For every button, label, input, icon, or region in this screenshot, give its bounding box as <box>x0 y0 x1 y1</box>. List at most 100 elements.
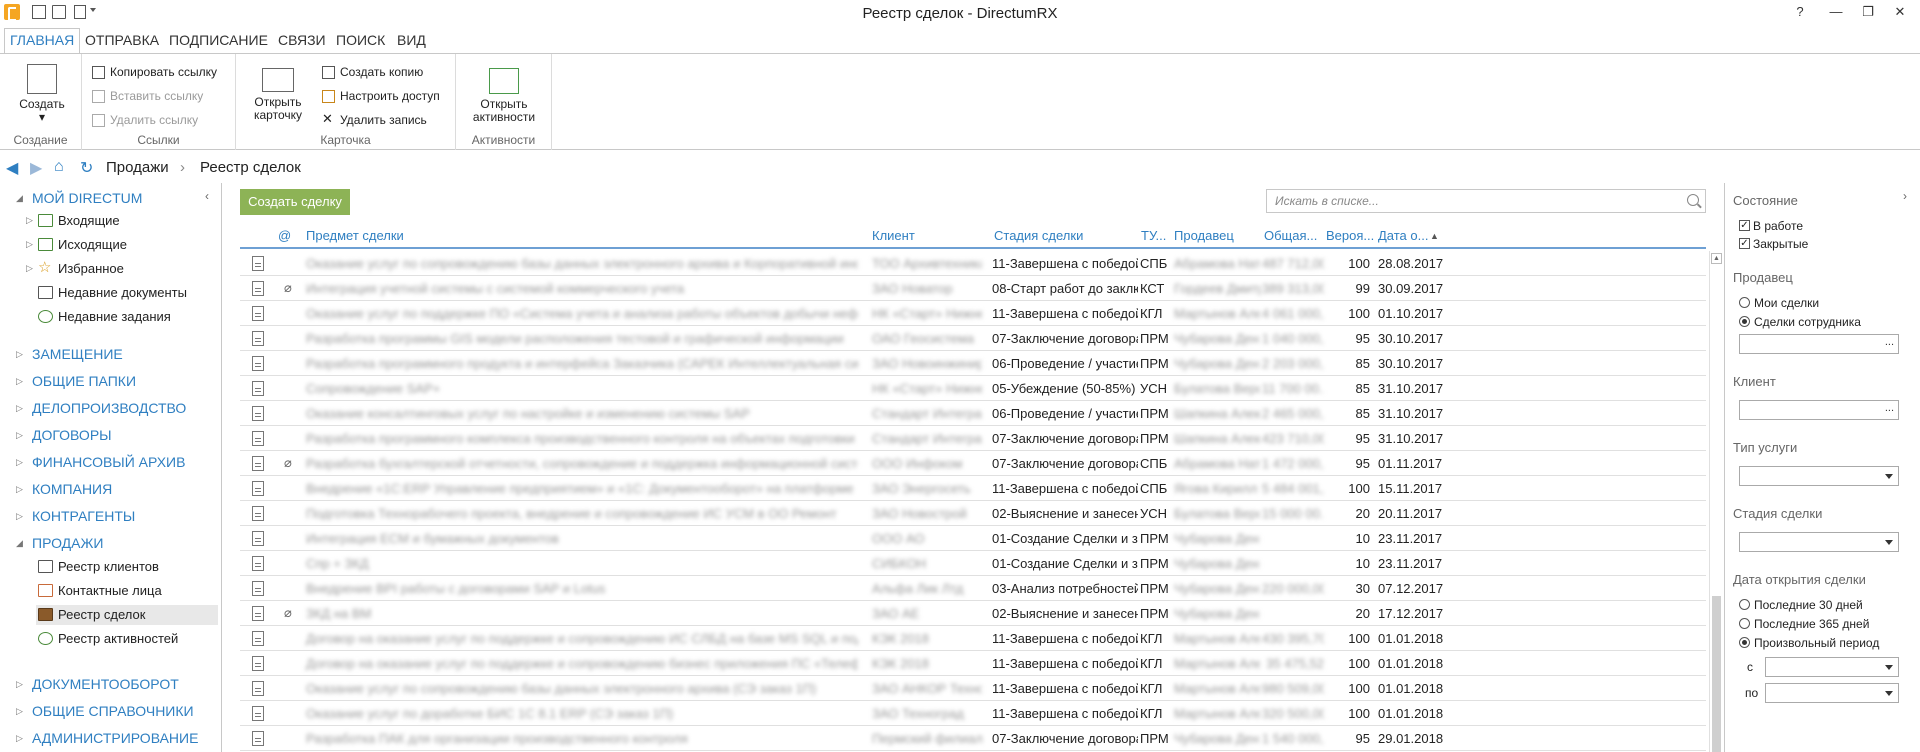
sidebar-item-recent-tasks[interactable]: Недавние задания <box>36 307 218 327</box>
restore-button[interactable]: ❐ <box>1858 4 1878 20</box>
close-button[interactable]: ✕ <box>1890 4 1910 20</box>
sidebar-section-my[interactable]: МОЙ DIRECTUM <box>32 190 142 206</box>
table-row[interactable]: Внедрение «1С:ERP Управление предприятие… <box>240 476 1706 501</box>
browse-button[interactable]: ... <box>1885 336 1894 348</box>
radio-my-deals[interactable]: Мои сделки <box>1739 296 1819 310</box>
radio-last-365[interactable]: Последние 365 дней <box>1739 617 1869 631</box>
column-date[interactable]: Дата о... <box>1378 228 1428 243</box>
column-probability[interactable]: Вероя... <box>1326 228 1374 243</box>
table-row[interactable]: Оказание услуг по сопровождению базы дан… <box>240 251 1706 276</box>
expand-triangle-icon[interactable]: ▷ <box>16 403 23 414</box>
vertical-scrollbar[interactable]: ▲ <box>1709 251 1722 752</box>
open-activity-button[interactable]: Открыть активности <box>468 68 540 124</box>
scroll-up-icon[interactable]: ▲ <box>1711 253 1722 264</box>
table-row[interactable]: Оказание услуг по поддержке ПО «Система … <box>240 301 1706 326</box>
sidebar-item-clients[interactable]: Реестр клиентов <box>36 557 218 577</box>
table-row[interactable]: Разработка программы GIS модели располож… <box>240 326 1706 351</box>
radio-last-30[interactable]: Последние 30 дней <box>1739 598 1863 612</box>
table-row[interactable]: Внедрение BPI работы с договорами SAP и … <box>240 576 1706 601</box>
sidebar-item-favorites[interactable]: ☆ Избранное <box>36 259 218 279</box>
column-tu[interactable]: ТУ... <box>1141 228 1166 243</box>
service-type-select[interactable] <box>1739 466 1899 486</box>
back-arrow-icon[interactable]: ◀ <box>6 158 18 178</box>
sidebar-section-records[interactable]: ДЕЛОПРОИЗВОДСТВО <box>32 400 186 416</box>
radio-employee-deals[interactable]: Сделки сотрудника <box>1739 315 1861 329</box>
forward-arrow-icon[interactable]: ▶ <box>30 158 42 178</box>
column-subject[interactable]: Предмет сделки <box>306 228 404 243</box>
tab-send[interactable]: ОТПРАВКА <box>85 32 159 48</box>
column-seller[interactable]: Продавец <box>1174 228 1234 243</box>
table-row[interactable]: Интеграция ECM и бумажных документов ООО … <box>240 526 1706 551</box>
table-row[interactable]: Оказание услуг по доработке БИС 1С 8.1 E… <box>240 701 1706 726</box>
collapse-triangle-icon[interactable]: ◢ <box>16 538 23 549</box>
expand-triangle-icon[interactable]: ▷ <box>16 679 23 690</box>
delete-record-button[interactable]: ✕ Удалить запись <box>320 112 427 129</box>
expand-triangle-icon[interactable]: ▷ <box>26 239 33 250</box>
expand-triangle-icon[interactable]: ▷ <box>26 263 33 274</box>
table-row[interactable]: Оказание услуг по сопровождению базы дан… <box>240 676 1706 701</box>
expand-triangle-icon[interactable]: ▷ <box>26 215 33 226</box>
table-row[interactable]: Договор на оказание услуг по поддержке и… <box>240 651 1706 676</box>
sidebar-section-fin-archive[interactable]: ФИНАНСОВЫЙ АРХИВ <box>32 454 185 470</box>
panel-collapse-icon[interactable]: › <box>1903 189 1907 203</box>
open-card-button[interactable]: Открыть карточку <box>250 68 306 122</box>
table-row[interactable]: Оказание консалтинговых услуг по настрой… <box>240 401 1706 426</box>
table-row[interactable]: Разработка ПАК для организации производс… <box>240 726 1706 751</box>
refresh-icon[interactable]: ↻ <box>80 158 93 178</box>
create-deal-button[interactable]: Создать сделку <box>240 189 350 215</box>
sidebar-item-incoming[interactable]: Входящие <box>36 211 218 231</box>
home-icon[interactable]: ⌂ <box>54 158 64 176</box>
expand-triangle-icon[interactable]: ▷ <box>16 733 23 744</box>
expand-triangle-icon[interactable]: ▷ <box>16 511 23 522</box>
column-client[interactable]: Клиент <box>872 228 915 243</box>
date-from-select[interactable] <box>1765 657 1899 677</box>
date-to-select[interactable] <box>1765 683 1899 703</box>
radio-custom-period[interactable]: Произвольный период <box>1739 636 1879 650</box>
expand-triangle-icon[interactable]: ▷ <box>16 349 23 360</box>
table-row[interactable]: Спр + ЗКД СИБКОН 01-Создание Сделки и зап.… <box>240 551 1706 576</box>
copy-link-button[interactable]: Копировать ссылку <box>90 64 217 81</box>
column-total[interactable]: Общая... <box>1264 228 1317 243</box>
checkbox-in-work[interactable]: ✓ В работе <box>1739 219 1803 233</box>
scroll-thumb[interactable] <box>1712 596 1721 752</box>
checkbox-closed[interactable]: ✓ Закрытые <box>1739 237 1808 251</box>
expand-triangle-icon[interactable]: ▷ <box>16 457 23 468</box>
table-row[interactable]: Разработка программного комплекса произв… <box>240 426 1706 451</box>
stage-select[interactable] <box>1739 532 1899 552</box>
browse-button[interactable]: ... <box>1885 402 1894 414</box>
sidebar-section-admin[interactable]: АДМИНИСТРИРОВАНИЕ <box>32 730 198 746</box>
create-copy-button[interactable]: Создать копию <box>320 64 423 81</box>
table-row[interactable]: ⌀ Интеграция учетной системы с системой к… <box>240 276 1706 301</box>
sidebar-section-company[interactable]: КОМПАНИЯ <box>32 481 112 497</box>
delete-link-button[interactable]: Удалить ссылку <box>90 112 198 129</box>
column-stage[interactable]: Стадия сделки <box>994 228 1083 243</box>
sidebar-item-outgoing[interactable]: Исходящие <box>36 235 218 255</box>
sidebar-section-contracts[interactable]: ДОГОВОРЫ <box>32 427 112 443</box>
table-row[interactable]: Договор на оказание услуг по поддержке и… <box>240 626 1706 651</box>
paste-link-button[interactable]: Вставить ссылку <box>90 88 203 105</box>
table-row[interactable]: ⌀ ЗКД на ВМ ЗАО АЕ 02-Выяснение и занесение… <box>240 601 1706 626</box>
expand-triangle-icon[interactable]: ◢ <box>16 193 23 204</box>
sidebar-section-shared-folders[interactable]: ОБЩИЕ ПАПКИ <box>32 373 136 389</box>
sidebar-section-sales[interactable]: ПРОДАЖИ <box>32 535 103 551</box>
tab-search[interactable]: ПОИСК <box>336 32 385 48</box>
sort-ascending-icon[interactable]: ▲ <box>1430 231 1439 241</box>
table-row[interactable]: Подготовка Технорабочего проекта, внедре… <box>240 501 1706 526</box>
sidebar-section-substitution[interactable]: ЗАМЕЩЕНИЕ <box>32 346 123 362</box>
breadcrumb-sales[interactable]: Продажи <box>106 159 169 176</box>
table-row[interactable]: Разработка программного продукта и интер… <box>240 351 1706 376</box>
access-button[interactable]: Настроить доступ <box>320 88 440 105</box>
seller-employee-input[interactable]: ... <box>1739 334 1899 354</box>
tab-links[interactable]: СВЯЗИ <box>278 32 326 48</box>
sidebar-collapse-icon[interactable]: ‹ <box>205 189 209 203</box>
sidebar-section-references[interactable]: ОБЩИЕ СПРАВОЧНИКИ <box>32 703 194 719</box>
tab-sign[interactable]: ПОДПИСАНИЕ <box>169 32 268 48</box>
help-button[interactable]: ? <box>1790 4 1810 19</box>
table-row[interactable]: Сопровождение SAP+ НК «Старт» Нижне... 05-… <box>240 376 1706 401</box>
sidebar-item-deals[interactable]: Реестр сделок <box>36 605 218 625</box>
expand-triangle-icon[interactable]: ▷ <box>16 484 23 495</box>
tab-view[interactable]: ВИД <box>397 32 426 48</box>
sidebar-item-contacts[interactable]: Контактные лица <box>36 581 218 601</box>
sidebar-section-counterparties[interactable]: КОНТРАГЕНТЫ <box>32 508 135 524</box>
minimize-button[interactable]: — <box>1826 4 1846 19</box>
